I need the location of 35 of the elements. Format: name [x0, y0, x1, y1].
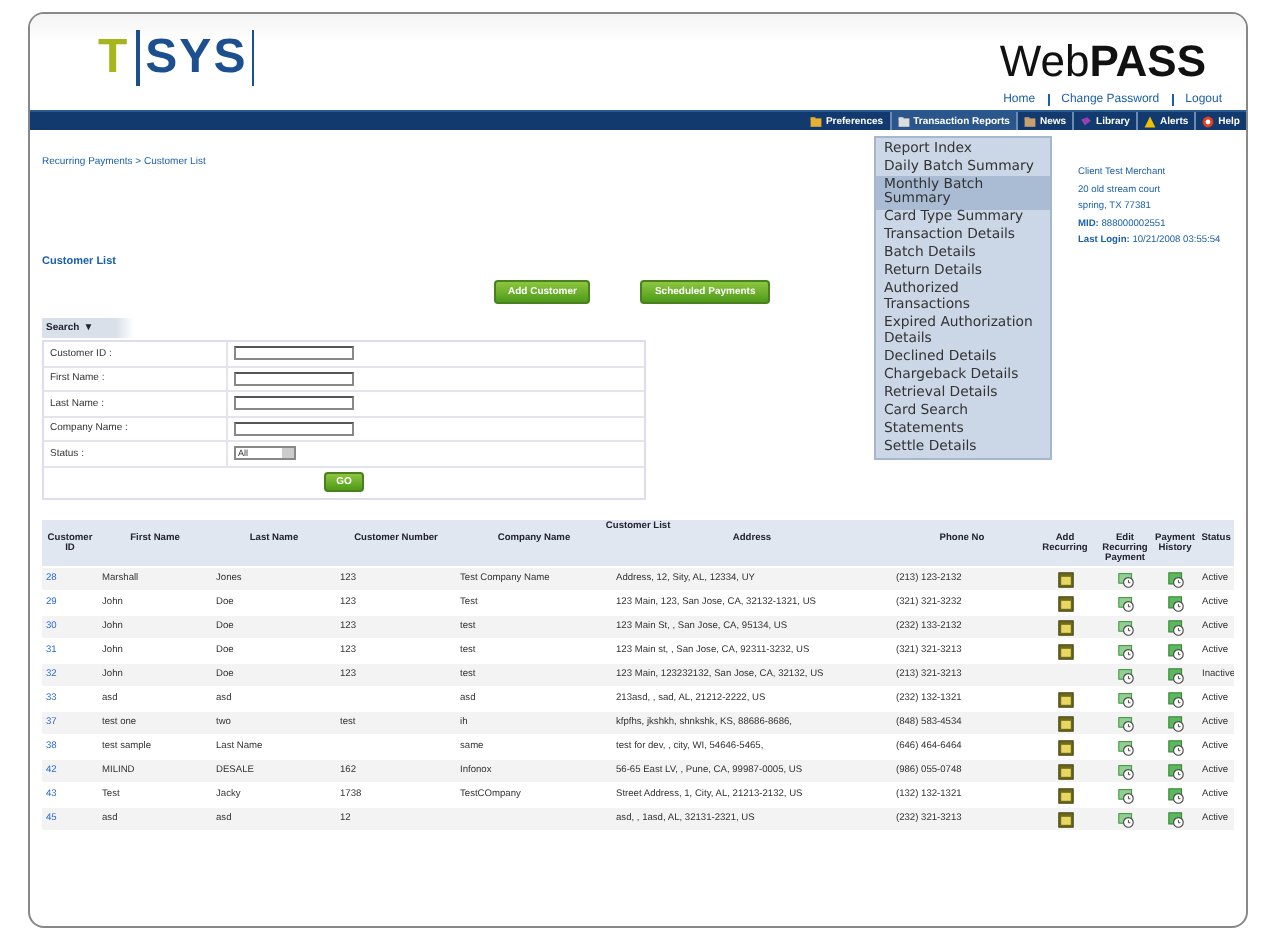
warning-icon [1143, 115, 1156, 127]
input-field[interactable] [234, 396, 354, 411]
calendar-clock-icon[interactable] [1117, 787, 1133, 803]
calendar-clock-icon[interactable] [1117, 643, 1133, 659]
calendar-clock-icon[interactable] [1117, 667, 1133, 683]
calendar-clock-icon[interactable] [1117, 571, 1133, 587]
calendar-clock-icon[interactable] [1117, 739, 1133, 755]
calendar-history-icon[interactable] [1167, 571, 1183, 587]
calendar-clock-icon[interactable] [1117, 691, 1133, 707]
calendar-clock-icon[interactable] [1117, 715, 1133, 731]
lifebuoy-icon [1202, 115, 1215, 127]
folder-icon [809, 115, 822, 127]
input-field[interactable] [234, 371, 354, 386]
calendar-history-icon[interactable] [1167, 667, 1183, 683]
calendar-clock-icon[interactable] [1117, 595, 1133, 611]
logo-letter: T [98, 30, 140, 86]
calendar-history-icon[interactable] [1167, 643, 1183, 659]
input-field[interactable] [234, 421, 354, 436]
calendar-history-icon[interactable] [1167, 691, 1183, 707]
book-icon [1080, 115, 1093, 127]
calendar-history-icon[interactable] [1167, 619, 1183, 635]
logo-wordmark: SYS [139, 30, 254, 86]
calendar-history-icon[interactable] [1167, 811, 1183, 827]
calendar-clock-icon[interactable] [1117, 763, 1133, 779]
calendar-history-icon[interactable] [1167, 739, 1183, 755]
folder-icon [1023, 115, 1036, 127]
calendar-history-icon[interactable] [1167, 787, 1183, 803]
calendar-history-icon[interactable] [1167, 763, 1183, 779]
calendar-history-icon[interactable] [1167, 715, 1183, 731]
calendar-history-icon[interactable] [1167, 595, 1183, 611]
calendar-clock-icon[interactable] [1117, 811, 1133, 827]
calendar-clock-icon[interactable] [1117, 619, 1133, 635]
input-field[interactable] [234, 346, 354, 361]
folder-icon [897, 115, 910, 127]
product-logo: WebPASS [999, 36, 1206, 88]
